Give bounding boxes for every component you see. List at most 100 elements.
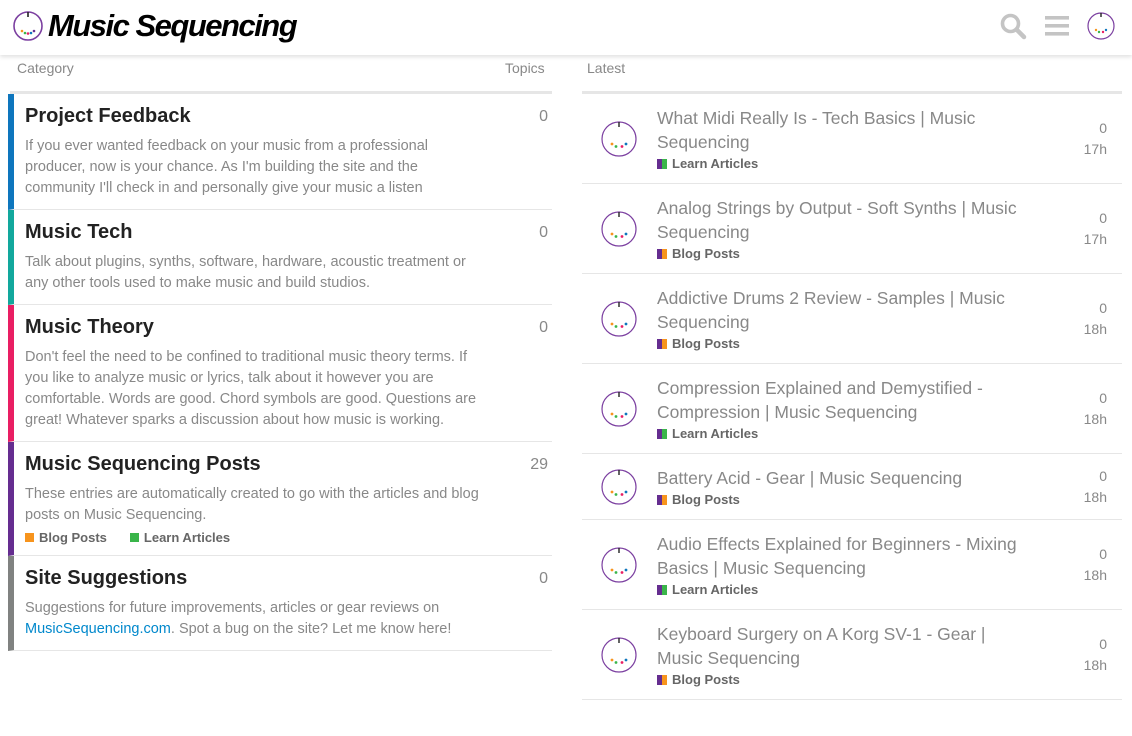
poster-avatar-icon[interactable] [600,390,638,428]
topic-count: 29 [530,456,548,473]
category-row-site-suggestions: Site Suggestions Suggestions for future … [8,556,552,651]
category-row-project-feedback: Project Feedback If you ever wanted feed… [8,94,552,210]
site-title: Music Sequencing [48,8,298,43]
topic-category-badge[interactable]: Blog Posts [657,672,1032,687]
poster-avatar-icon[interactable] [600,636,638,674]
topic-age[interactable]: 18h [1084,487,1107,508]
latest-topic-row: Addictive Drums 2 Review - Samples | Mus… [582,274,1122,364]
logo-mark-icon [13,11,43,41]
topics-column-header: Topics [505,60,545,76]
category-color-swatch [25,533,34,542]
reply-count: 0 [1099,300,1107,316]
category-color-swatch [657,338,667,349]
topic-category-badge[interactable]: Blog Posts [657,246,1032,261]
category-row-music-sequencing-posts: Music Sequencing Posts These entries are… [8,442,552,556]
topic-meta: 0 17h [1084,118,1107,160]
subcategory-blog-posts[interactable]: Blog Posts [25,530,107,545]
menu-button[interactable] [1042,11,1072,41]
topic-age[interactable]: 18h [1084,655,1107,676]
reply-count: 0 [1099,468,1107,484]
topic-title[interactable]: Battery Acid - Gear | Music Sequencing [657,466,1032,490]
latest-topic-row: Audio Effects Explained for Beginners - … [582,520,1122,610]
subcategory-learn-articles[interactable]: Learn Articles [129,530,231,545]
topic-category-badge[interactable]: Learn Articles [657,426,1032,441]
category-description: Talk about plugins, synths, software, ha… [25,254,466,291]
topic-meta: 0 17h [1084,208,1107,250]
category-description: These entries are automatically created … [25,486,479,523]
topic-count: 0 [539,224,548,241]
site-header: Music Sequencing [0,0,1132,55]
user-avatar-icon [1087,12,1115,40]
category-color-swatch [657,158,667,169]
topic-category-label: Blog Posts [672,246,740,261]
category-name[interactable]: Music Sequencing Posts [25,452,482,476]
category-description: Suggestions for future improvements, art… [25,598,482,640]
category-color-swatch [657,428,667,439]
category-name[interactable]: Music Tech [25,220,482,244]
category-row-music-tech: Music Tech Talk about plugins, synths, s… [8,210,552,305]
topic-meta: 0 18h [1084,634,1107,676]
topic-count: 0 [539,570,548,587]
header-actions [998,10,1116,42]
latest-column-header: Latest [587,60,626,76]
poster-avatar-icon[interactable] [600,300,638,338]
topic-title[interactable]: Audio Effects Explained for Beginners - … [657,532,1032,580]
topic-age[interactable]: 17h [1084,229,1107,250]
poster-avatar-icon[interactable] [600,546,638,584]
poster-avatar-icon[interactable] [600,120,638,158]
category-description: Don't feel the need to be confined to tr… [25,349,477,428]
topic-title[interactable]: Compression Explained and Demystified - … [657,376,1032,424]
poster-avatar-icon[interactable] [600,210,638,248]
topic-category-badge[interactable]: Blog Posts [657,492,1032,507]
topic-age[interactable]: 18h [1084,319,1107,340]
latest-topic-row: What Midi Really Is - Tech Basics | Musi… [582,94,1122,184]
latest-topic-row: Battery Acid - Gear | Music Sequencing Bl… [582,454,1122,520]
hamburger-menu-icon [1045,16,1069,36]
topic-meta: 0 18h [1084,388,1107,430]
topic-category-label: Learn Articles [672,156,759,171]
topic-title[interactable]: Analog Strings by Output - Soft Synths |… [657,196,1032,244]
topic-meta: 0 18h [1084,544,1107,586]
latest-topic-list: What Midi Really Is - Tech Basics | Musi… [582,94,1122,700]
reply-count: 0 [1099,636,1107,652]
topic-count: 0 [539,319,548,336]
site-logo[interactable]: Music Sequencing [12,6,298,46]
search-icon [1000,13,1027,40]
reply-count: 0 [1099,390,1107,406]
description-text: Suggestions for future improvements, art… [25,600,440,616]
topic-category-label: Blog Posts [672,336,740,351]
reply-count: 0 [1099,120,1107,136]
topic-category-label: Blog Posts [672,672,740,687]
search-button[interactable] [998,11,1028,41]
topic-title[interactable]: What Midi Really Is - Tech Basics | Musi… [657,106,1032,154]
category-color-swatch [657,674,667,685]
category-list: Project Feedback If you ever wanted feed… [8,94,552,651]
topic-age[interactable]: 17h [1084,139,1107,160]
category-name[interactable]: Site Suggestions [25,566,482,590]
site-link[interactable]: MusicSequencing.com [25,621,171,637]
topic-category-label: Blog Posts [672,492,740,507]
topic-category-badge[interactable]: Learn Articles [657,156,1032,171]
user-menu-button[interactable] [1086,11,1116,41]
category-color-swatch [657,248,667,259]
latest-topic-row: Analog Strings by Output - Soft Synths |… [582,184,1122,274]
category-name[interactable]: Project Feedback [25,104,482,128]
category-description: If you ever wanted feedback on your musi… [25,138,428,196]
topic-title[interactable]: Keyboard Surgery on A Korg SV-1 - Gear |… [657,622,1032,670]
topic-category-badge[interactable]: Blog Posts [657,336,1032,351]
description-text: . Spot a bug on the site? Let me know he… [170,621,452,637]
topic-meta: 0 18h [1084,298,1107,340]
category-color-swatch [129,533,139,542]
topic-title[interactable]: Addictive Drums 2 Review - Samples | Mus… [657,286,1032,334]
latest-topic-row: Keyboard Surgery on A Korg SV-1 - Gear |… [582,610,1122,700]
subcategory-label: Learn Articles [143,530,231,545]
topic-category-badge[interactable]: Learn Articles [657,582,1032,597]
category-name[interactable]: Music Theory [25,315,482,339]
topic-age[interactable]: 18h [1084,565,1107,586]
topic-age[interactable]: 18h [1084,409,1107,430]
reply-count: 0 [1099,210,1107,226]
category-column-header: Category [17,60,74,76]
subcategory-label: Blog Posts [39,530,107,545]
category-color-swatch [657,494,667,505]
poster-avatar-icon[interactable] [600,468,638,506]
